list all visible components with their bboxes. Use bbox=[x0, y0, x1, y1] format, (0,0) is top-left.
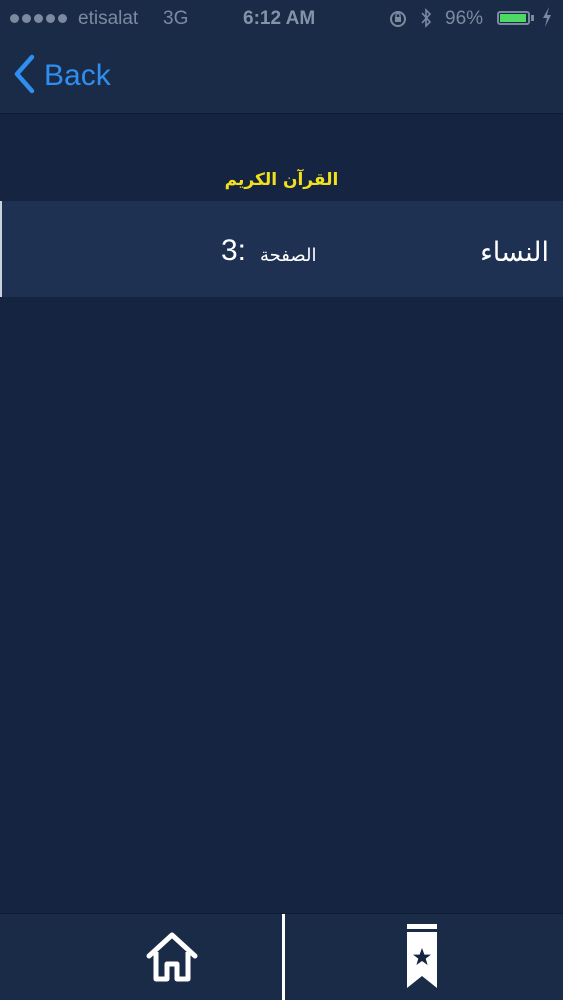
carrier-name: etisalat bbox=[78, 8, 139, 29]
status-bar: etisalat 3G 6:12 AM 96% bbox=[0, 0, 563, 38]
battery-icon bbox=[497, 11, 530, 25]
battery-percent: 96% bbox=[445, 8, 484, 29]
chevron-left-icon bbox=[12, 54, 36, 98]
signal-icon bbox=[10, 14, 67, 23]
tab-bar bbox=[0, 913, 563, 1000]
page-label: الصفحة bbox=[260, 245, 317, 266]
navigation-bar: Back bbox=[0, 38, 563, 114]
screen: etisalat 3G 6:12 AM 96% Back القرآن الكر… bbox=[0, 0, 563, 1000]
back-button[interactable]: Back bbox=[12, 54, 111, 98]
page-number: 3: bbox=[221, 234, 247, 267]
clock: 6:12 AM bbox=[243, 8, 316, 29]
surah-name: النساء bbox=[480, 237, 549, 268]
bookmark-icon bbox=[405, 922, 439, 994]
home-icon bbox=[145, 932, 199, 986]
back-label: Back bbox=[44, 59, 111, 92]
rotation-lock-icon bbox=[388, 9, 408, 35]
charging-icon bbox=[541, 6, 553, 33]
bluetooth-icon bbox=[420, 8, 432, 33]
network-type: 3G bbox=[163, 8, 189, 29]
tab-home[interactable] bbox=[0, 914, 282, 1000]
section-title: القرآن الكريم bbox=[224, 170, 339, 190]
bookmark-row[interactable]: النساء الصفحة 3: bbox=[0, 201, 563, 297]
battery-nub bbox=[531, 15, 534, 21]
